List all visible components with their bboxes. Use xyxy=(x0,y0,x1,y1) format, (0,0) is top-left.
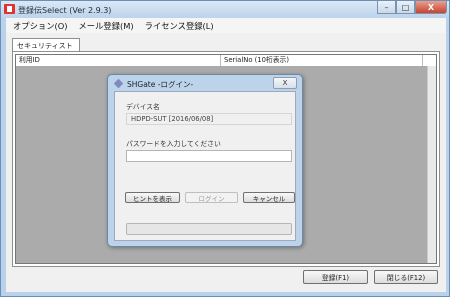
window-controls: – □ X xyxy=(377,1,447,15)
app-icon xyxy=(4,4,15,14)
shgate-icon xyxy=(113,78,124,89)
register-button[interactable]: 登録(F1) xyxy=(303,270,368,284)
close-window-button[interactable]: X xyxy=(415,1,447,14)
menu-bar: オプション(O) メール登録(M) ライセンス登録(L) xyxy=(6,18,446,33)
dialog-close-button[interactable]: X xyxy=(273,77,297,89)
dialog-body: デバイス名 HDPD-SUT [2016/06/08] パスワードを入力してくだ… xyxy=(114,91,296,241)
login-progress-bar xyxy=(126,223,292,235)
menu-options[interactable]: オプション(O) xyxy=(6,20,72,32)
grid-header: 利用ID SerialNo (10桁表示) xyxy=(16,55,436,67)
close-button[interactable]: 閉じる(F12) xyxy=(374,270,438,284)
device-name-label: デバイス名 xyxy=(126,103,160,111)
menu-license-register[interactable]: ライセンス登録(L) xyxy=(138,20,218,32)
menu-mail-register[interactable]: メール登録(M) xyxy=(72,20,138,32)
cancel-button[interactable]: キャンセル xyxy=(243,192,295,203)
column-header-user-id[interactable]: 利用ID xyxy=(16,55,221,66)
show-hint-button[interactable]: ヒントを表示 xyxy=(125,192,180,203)
grid-scrollbar[interactable] xyxy=(427,66,436,263)
device-name-field: HDPD-SUT [2016/06/08] xyxy=(126,113,292,125)
maximize-button[interactable]: □ xyxy=(396,1,415,14)
minimize-button[interactable]: – xyxy=(377,1,396,14)
column-header-serial-no[interactable]: SerialNo (10桁表示) xyxy=(221,55,423,66)
login-dialog: SHGate -ログイン- X デバイス名 HDPD-SUT [2016/06/… xyxy=(107,74,303,247)
title-bar[interactable]: 登録伝Select (Ver 2.9.3) – □ X xyxy=(1,1,449,18)
dialog-title: SHGate -ログイン- xyxy=(127,80,194,89)
window-title: 登録伝Select (Ver 2.9.3) xyxy=(18,6,112,15)
login-button[interactable]: ログイン xyxy=(185,192,238,203)
password-input[interactable] xyxy=(126,150,292,162)
password-label: パスワードを入力してください xyxy=(126,140,221,148)
